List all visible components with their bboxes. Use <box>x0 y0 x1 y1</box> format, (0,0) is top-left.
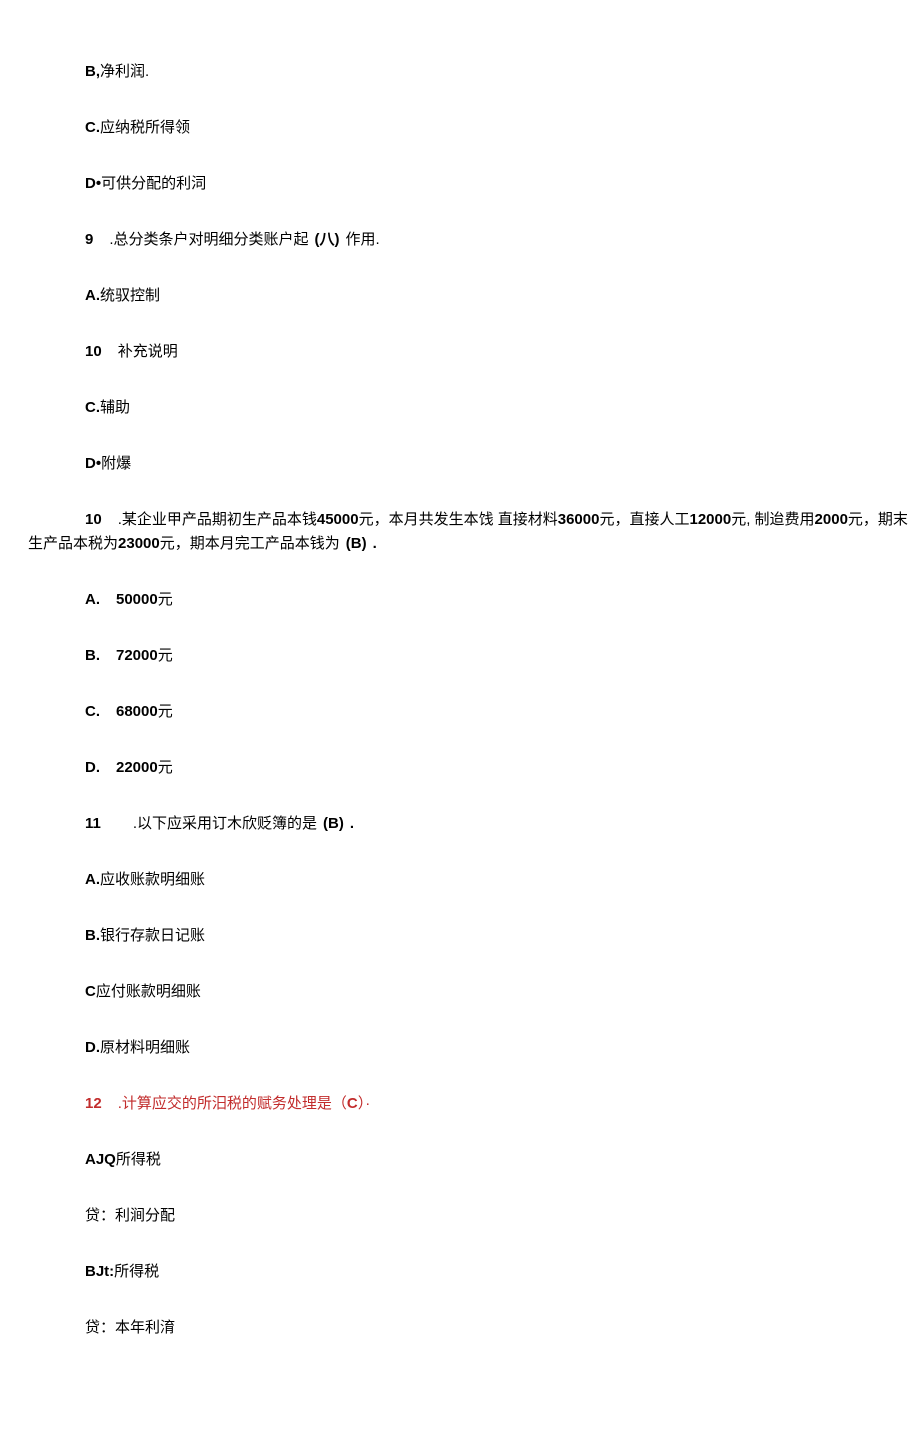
q11-answer: (B) <box>323 815 344 832</box>
q11-opt-c-label: C <box>85 983 96 1000</box>
q11-t2: . <box>350 815 354 832</box>
q10-opt-b-val: 72000 <box>116 647 158 664</box>
q11-option-b: B.银行存款日记账 <box>0 924 920 948</box>
q12-option-a: AJQ所得税 <box>0 1148 920 1172</box>
q9-opt-a-text: 统驭控制 <box>100 287 160 304</box>
q10-opt-c-label: C. <box>85 703 100 720</box>
q11-option-d: D.原材料明细账 <box>0 1036 920 1060</box>
question-12: 12 .计算应交的所汨税的赋务处理是（C）· <box>0 1092 920 1116</box>
q11-opt-d-text: 原材料明细账 <box>100 1039 190 1056</box>
q12-t2: ）· <box>358 1095 371 1112</box>
q9-opt-b-text: 补充说明 <box>118 343 178 360</box>
q9-opt-d-label: D• <box>85 455 101 472</box>
q11-opt-b-label: B. <box>85 927 100 944</box>
q12-opt-a-credit: 贷：利涧分配 <box>85 1207 175 1224</box>
option-d-text: 可供分配的利泀 <box>101 175 206 192</box>
q11-opt-c-text: 应付账款明细账 <box>96 983 201 1000</box>
question-10: 10 .某企业甲产品期初生产品本钱45000元，本月共发生本饯 直接材料36000… <box>0 508 920 556</box>
q10-option-d: D. 22000元 <box>0 756 920 780</box>
q11-opt-b-text: 银行存款日记账 <box>100 927 205 944</box>
q10-opt-a-unit: 元 <box>158 591 173 608</box>
question-9: 9 .总分类条户对明细分类账户起 (八) 作用. <box>0 228 920 252</box>
q9-opt-c-label: C. <box>85 399 100 416</box>
q9-option-b: 10 补充说明 <box>0 340 920 364</box>
option-d-label: D• <box>85 175 101 192</box>
q11-option-a: A.应收账款明细账 <box>0 868 920 892</box>
option-b: B,净利润. <box>0 60 920 84</box>
q12-opt-a-text: 所得税 <box>116 1151 161 1168</box>
q10-answer: (B) <box>346 535 367 552</box>
q10-v2: 36000 <box>558 511 600 528</box>
q10-option-a: A. 50000元 <box>0 588 920 612</box>
option-d: D•可供分配的利泀 <box>0 172 920 196</box>
q10-opt-a-label: A. <box>85 591 100 608</box>
option-b-label: B, <box>85 63 100 80</box>
q12-option-b: BJt:所得税 <box>0 1260 920 1284</box>
q11-opt-d-label: D. <box>85 1039 100 1056</box>
q12-opt-a-label: AJQ <box>85 1151 116 1168</box>
option-b-text: 净利润. <box>100 63 149 80</box>
q9-text1: .总分类条户对明细分类账户起 <box>109 231 308 248</box>
q10-v5: 23000 <box>118 535 160 552</box>
question-11: 11 .以下应采用订木欣贬簿的是 (B). <box>0 812 920 836</box>
q9-num: 9 <box>85 231 93 248</box>
q9-opt-c-text: 辅助 <box>100 399 130 416</box>
q10-opt-d-label: D. <box>85 759 100 776</box>
q10-t2: 元，本月共发生本饯 直接材料 <box>359 511 558 528</box>
q10-opt-a-val: 50000 <box>116 591 158 608</box>
q12-opt-b-label: BJt: <box>85 1263 114 1280</box>
q10-opt-d-unit: 元 <box>158 759 173 776</box>
q10-t7: . <box>373 535 377 552</box>
q11-option-c: C应付账款明细账 <box>0 980 920 1004</box>
q10-num: 10 <box>85 511 102 528</box>
q10-t3: 元，直接人工 <box>599 511 689 528</box>
q10-t4: 元, 制迨费用 <box>731 511 814 528</box>
q10-option-c: C. 68000元 <box>0 700 920 724</box>
option-c-label: C. <box>85 119 100 136</box>
q9-opt-d-text: 附爆 <box>101 455 131 472</box>
option-c-text: 应纳税所得领 <box>100 119 190 136</box>
q10-v1: 45000 <box>317 511 359 528</box>
q10-opt-b-unit: 元 <box>158 647 173 664</box>
q12-answer: C <box>347 1095 358 1112</box>
q12-opt-a-line2: 贷：利涧分配 <box>0 1204 920 1228</box>
q11-opt-a-label: A. <box>85 871 100 888</box>
q10-opt-c-unit: 元 <box>158 703 173 720</box>
q12-opt-b-credit: 贷：本年利淯 <box>85 1319 175 1336</box>
q10-opt-d-val: 22000 <box>116 759 158 776</box>
q11-opt-a-text: 应收账款明细账 <box>100 871 205 888</box>
q12-num: 12 <box>85 1095 102 1112</box>
q9-option-c: C.辅助 <box>0 396 920 420</box>
q12-t1: .计算应交的所汨税的赋务处理是（ <box>118 1095 347 1112</box>
q10-v3: 12000 <box>689 511 731 528</box>
q10-option-b: B. 72000元 <box>0 644 920 668</box>
q11-text: .以下应采用订木欣贬簿的是 <box>133 815 317 832</box>
q10-t1: .某企业甲产品期初生产品本钱 <box>118 511 317 528</box>
q9-option-a: A.统驭控制 <box>0 284 920 308</box>
q12-opt-b-text: 所得税 <box>114 1263 159 1280</box>
q9-option-d: D•附爆 <box>0 452 920 476</box>
q10-opt-c-val: 68000 <box>116 703 158 720</box>
q10-opt-b-label: B. <box>85 647 100 664</box>
q9-opt-b-label: 10 <box>85 343 102 360</box>
q10-t6: 元，期本月完工产品本钱为 <box>160 535 340 552</box>
q10-v4: 2000 <box>815 511 848 528</box>
option-c: C.应纳税所得领 <box>0 116 920 140</box>
q11-num: 11 <box>85 815 101 832</box>
q9-answer: (八) <box>315 231 340 248</box>
q9-text2: 作用. <box>346 231 380 248</box>
q9-opt-a-label: A. <box>85 287 100 304</box>
q12-opt-b-line2: 贷：本年利淯 <box>0 1316 920 1340</box>
